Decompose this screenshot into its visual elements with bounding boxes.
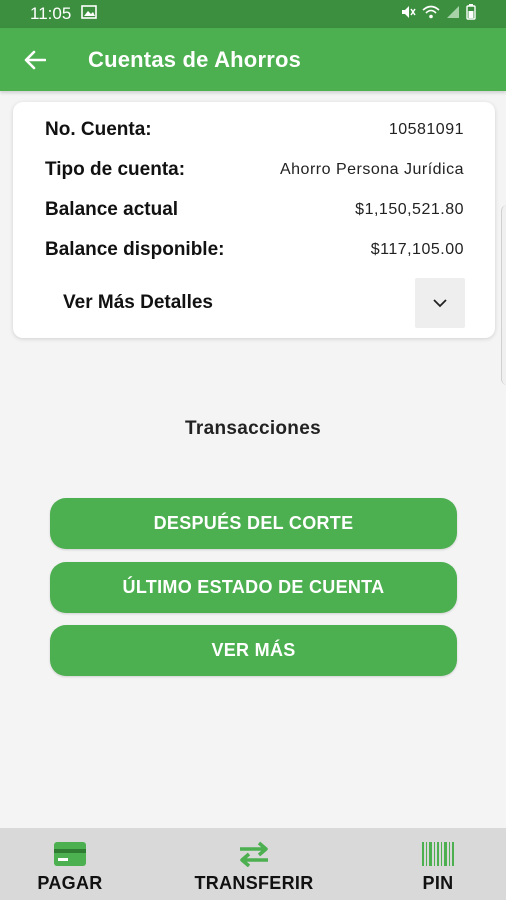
signal-icon	[446, 4, 460, 24]
account-number-value: 10581091	[388, 121, 464, 138]
arrow-left-icon	[24, 50, 46, 69]
nav-pin[interactable]: PIN	[398, 828, 478, 900]
current-balance-label: Balance actual	[45, 199, 179, 220]
mute-icon	[400, 4, 416, 24]
nav-pagar-label: PAGAR	[37, 873, 103, 893]
available-balance-label: Balance disponible:	[45, 239, 225, 260]
see-more-button[interactable]: VER MÁS	[50, 625, 457, 676]
status-bar: 11:05	[0, 0, 506, 28]
page-title: Cuentas de Ahorros	[88, 46, 302, 72]
account-number-label: No. Cuenta:	[45, 119, 152, 140]
see-more-details-toggle[interactable]: Ver Más Detalles	[63, 278, 465, 328]
bottom-navigation: PAGAR TRANSFERIR PIN	[0, 828, 506, 900]
scrollbar[interactable]	[501, 205, 506, 385]
expand-details-button[interactable]	[415, 278, 465, 328]
nav-pagar[interactable]: PAGAR	[25, 828, 115, 900]
current-balance-value: $1,150,521.80	[355, 201, 464, 218]
battery-icon	[466, 3, 476, 25]
available-balance-value: $117,105.00	[370, 241, 464, 258]
back-button[interactable]	[20, 45, 50, 75]
after-cutoff-button[interactable]: DESPUÉS DEL CORTE	[50, 498, 457, 549]
chevron-down-icon	[433, 298, 447, 307]
image-icon	[81, 4, 98, 24]
available-balance-row: Balance disponible: $117,105.00	[45, 239, 464, 261]
account-card: No. Cuenta: 10581091 Tipo de cuenta: Aho…	[13, 102, 495, 338]
account-type-row: Tipo de cuenta: Ahorro Persona Jurídica	[45, 159, 464, 181]
current-balance-row: Balance actual $1,150,521.80	[45, 199, 464, 221]
wifi-icon	[422, 4, 440, 24]
nav-pin-label: PIN	[422, 873, 454, 893]
barcode-icon	[422, 842, 454, 866]
last-statement-button[interactable]: ÚLTIMO ESTADO DE CUENTA	[50, 562, 457, 613]
card-icon	[54, 842, 86, 866]
nav-transferir[interactable]: TRANSFERIR	[184, 828, 324, 900]
see-more-details-label: Ver Más Detalles	[63, 292, 213, 313]
account-type-label: Tipo de cuenta:	[45, 159, 186, 180]
transfer-arrows-icon	[240, 841, 268, 867]
app-bar: Cuentas de Ahorros	[0, 28, 506, 91]
status-time: 11:05	[30, 4, 72, 23]
account-number-row: No. Cuenta: 10581091	[45, 119, 464, 141]
account-type-value: Ahorro Persona Jurídica	[279, 161, 464, 178]
transactions-title: Transacciones	[185, 418, 321, 439]
nav-transferir-label: TRANSFERIR	[194, 873, 314, 893]
